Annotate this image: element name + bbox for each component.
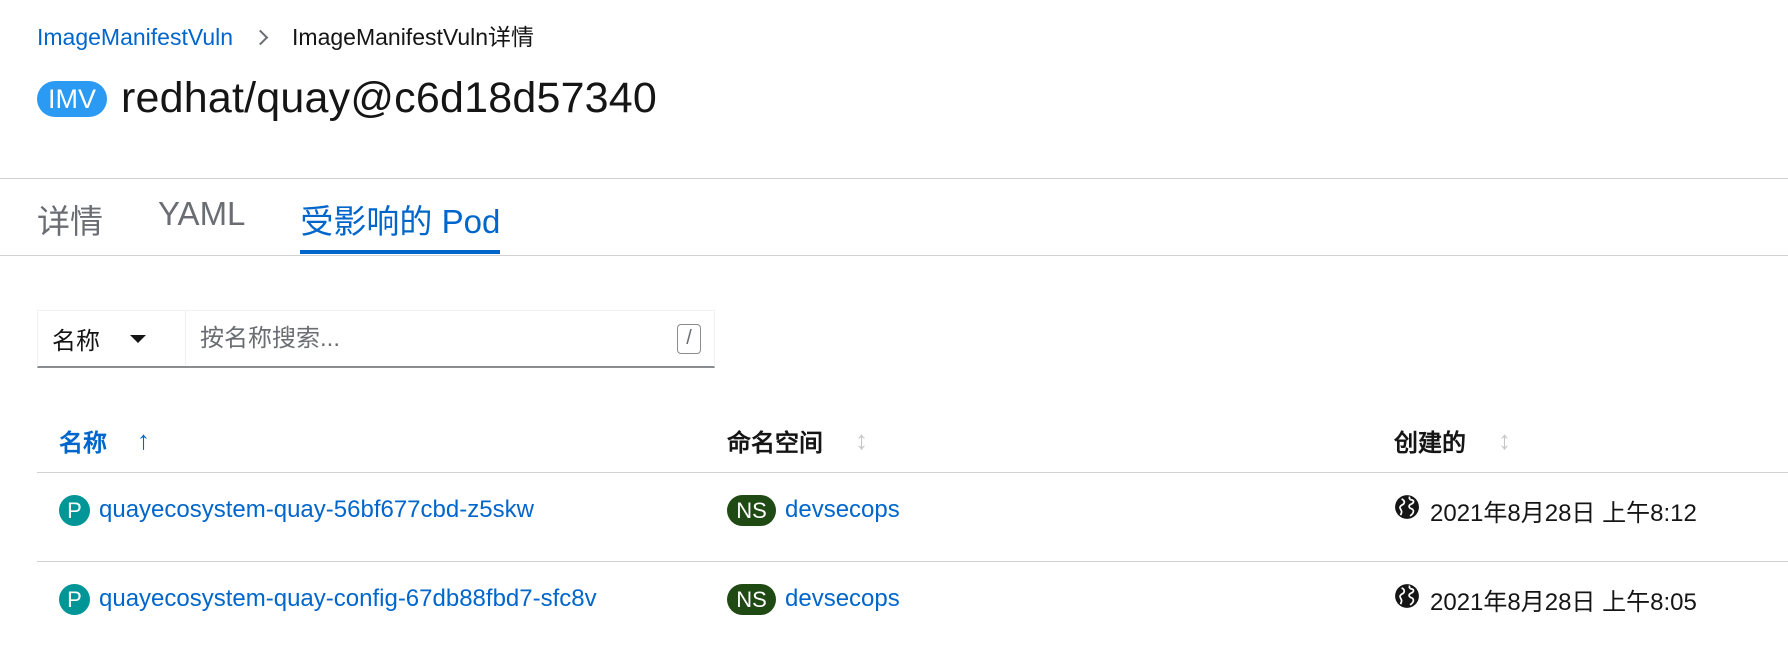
- breadcrumb: ImageManifestVuln ImageManifestVuln详情: [37, 22, 534, 52]
- globe-icon: [1395, 584, 1419, 608]
- table-row: P quayecosystem-quay-config-67db88fbd7-s…: [37, 562, 1788, 650]
- breadcrumb-current: ImageManifestVuln详情: [292, 24, 535, 50]
- sort-ascending-icon: ↑: [137, 424, 150, 455]
- namespace-link[interactable]: devsecops: [785, 585, 900, 613]
- created-cell: 2021年8月28日 上午8:05: [1394, 582, 1697, 616]
- sort-icon: ↕: [855, 424, 868, 455]
- column-label: 命名空间: [727, 429, 823, 457]
- table-header: 名称 ↑ 命名空间 ↕ 创建的 ↕: [37, 420, 1788, 473]
- caret-down-icon: [130, 334, 146, 343]
- pod-link[interactable]: quayecosystem-quay-56bf677cbd-z5skw: [99, 496, 534, 524]
- namespace-badge: NS: [727, 583, 776, 615]
- tab-affected-pods[interactable]: 受影响的 Pod: [300, 190, 500, 254]
- pod-cell: P quayecosystem-quay-56bf677cbd-z5skw: [59, 493, 534, 527]
- tab-bar: 详情 YAML 受影响的 Pod: [37, 190, 555, 254]
- column-header-namespace[interactable]: 命名空间 ↕: [727, 420, 868, 460]
- pod-cell: P quayecosystem-quay-config-67db88fbd7-s…: [59, 582, 597, 616]
- column-header-created[interactable]: 创建的 ↕: [1394, 420, 1511, 460]
- pod-link[interactable]: quayecosystem-quay-config-67db88fbd7-sfc…: [99, 585, 597, 613]
- created-cell: 2021年8月28日 上午8:12: [1394, 493, 1697, 527]
- keyboard-shortcut-hint: /: [677, 323, 701, 354]
- resource-kind-badge: IMV: [37, 80, 108, 117]
- created-timestamp: 2021年8月28日 上午8:12: [1430, 499, 1697, 527]
- breadcrumb-link-imagemanifestvuln[interactable]: ImageManifestVuln: [37, 22, 233, 52]
- page-heading: IMV redhat/quay@c6d18d57340: [37, 74, 657, 123]
- pod-badge: P: [59, 494, 90, 526]
- filter-toolbar: 名称 /: [37, 310, 715, 368]
- column-header-name[interactable]: 名称 ↑: [59, 420, 150, 460]
- namespace-cell: NS devsecops: [727, 493, 900, 527]
- sort-icon: ↕: [1498, 424, 1511, 455]
- table-row: P quayecosystem-quay-56bf677cbd-z5skw NS…: [37, 473, 1788, 562]
- namespace-cell: NS devsecops: [727, 582, 900, 616]
- column-label: 名称: [59, 429, 107, 457]
- tab-details[interactable]: 详情: [37, 190, 103, 254]
- filter-type-dropdown[interactable]: 名称: [38, 311, 186, 366]
- namespace-link[interactable]: devsecops: [785, 496, 900, 524]
- tab-yaml[interactable]: YAML: [158, 190, 245, 254]
- filter-type-label: 名称: [52, 328, 100, 355]
- pod-badge: P: [59, 583, 90, 615]
- created-timestamp: 2021年8月28日 上午8:05: [1430, 588, 1697, 616]
- search-input[interactable]: [186, 311, 677, 366]
- namespace-badge: NS: [727, 494, 776, 526]
- divider: [0, 255, 1788, 256]
- globe-icon: [1395, 495, 1419, 519]
- column-label: 创建的: [1394, 429, 1466, 457]
- divider: [0, 178, 1788, 179]
- chevron-right-icon: [252, 29, 269, 45]
- page-title: redhat/quay@c6d18d57340: [121, 74, 658, 122]
